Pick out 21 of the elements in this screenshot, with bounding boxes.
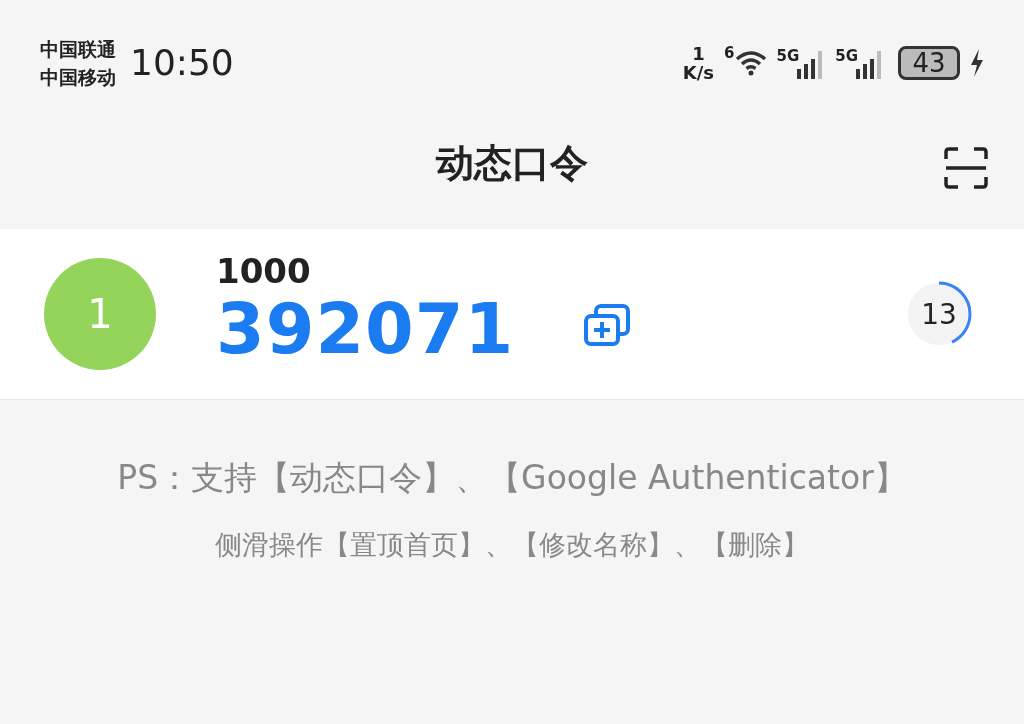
scan-icon[interactable] — [944, 147, 988, 189]
network-type-label: 5G — [835, 46, 858, 65]
net-speed-unit: K/s — [682, 62, 715, 82]
passcode: 392071 — [216, 291, 515, 367]
carrier-name: 中国联通 — [40, 36, 116, 62]
carrier-name: 中国移动 — [40, 64, 116, 90]
copy-icon[interactable] — [584, 304, 631, 346]
wifi-icon — [734, 49, 767, 76]
account-card[interactable]: 1 1000 392071 13 — [0, 229, 1024, 400]
countdown-seconds: 13 — [920, 296, 958, 333]
hint-text: PS：支持【动态口令】、【Google Authenticator】 — [117, 457, 907, 499]
account-avatar: 1 — [44, 258, 156, 370]
wifi-generation-label: 6 — [724, 43, 735, 62]
hint-text: 侧滑操作【置顶首页】、【修改名称】、【删除】 — [215, 528, 809, 562]
net-speed-value: 1 — [692, 43, 705, 63]
network-type-label: 5G — [776, 46, 800, 65]
account-name: 1000 — [216, 251, 312, 291]
battery-indicator: 43 — [898, 45, 960, 80]
clock-time: 10:50 — [130, 42, 234, 83]
page-title: 动态口令 — [436, 139, 588, 187]
charging-icon — [970, 48, 984, 77]
